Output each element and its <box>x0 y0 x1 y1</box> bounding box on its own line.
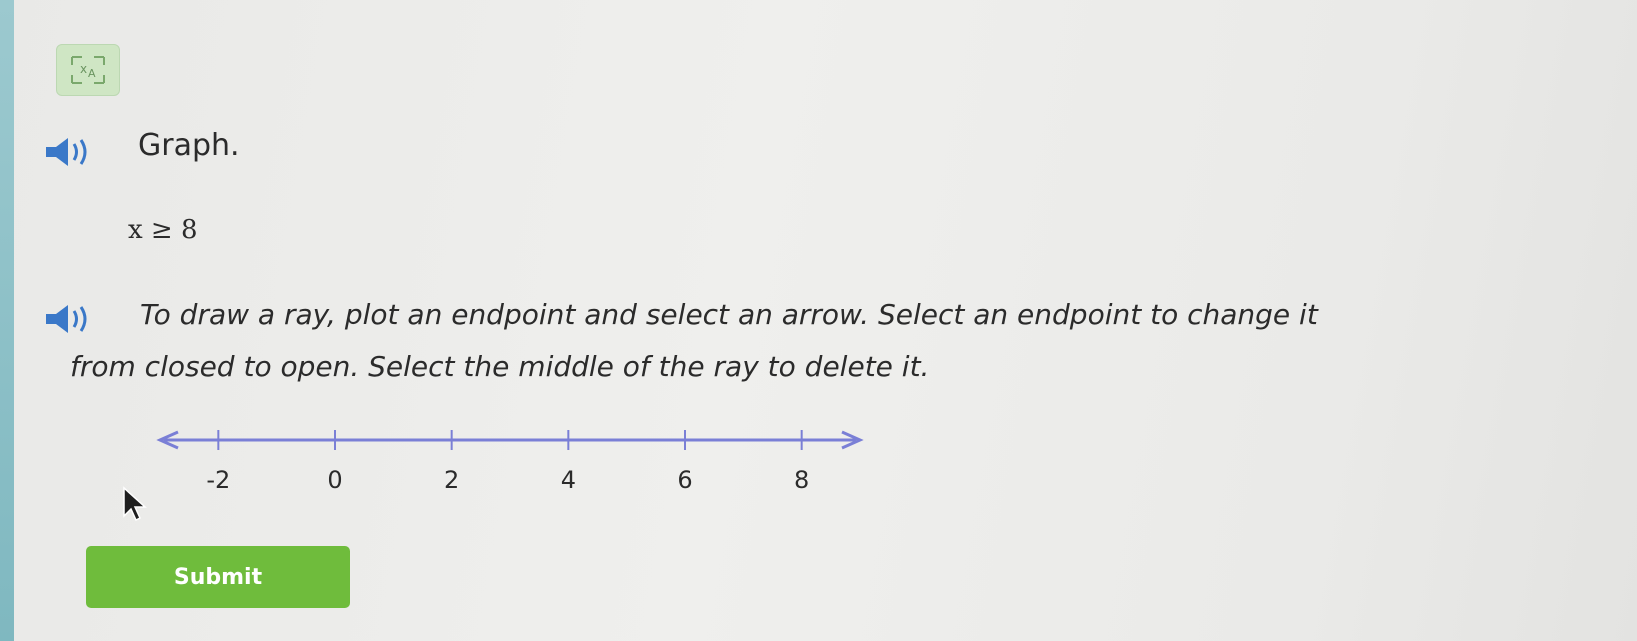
tick-label: 2 <box>444 466 460 494</box>
tick-label: 0 <box>327 466 343 494</box>
translate-button[interactable]: x A <box>56 44 120 96</box>
translate-icon: x A <box>71 56 105 84</box>
speaker-icon[interactable] <box>42 135 94 169</box>
mouse-pointer-icon <box>123 486 147 522</box>
number-line[interactable] <box>150 420 870 460</box>
submit-button[interactable]: Submit <box>86 546 350 608</box>
tick-label: 6 <box>677 466 693 494</box>
window-edge <box>0 0 14 641</box>
svg-text:A: A <box>88 67 96 80</box>
instruction-line-2: from closed to open. Select the middle o… <box>70 350 930 383</box>
speaker-icon[interactable] <box>42 302 94 336</box>
tick-label: -2 <box>206 466 231 494</box>
inequality-expression: x ≥ 8 <box>128 215 198 245</box>
tick-label: 8 <box>794 466 810 494</box>
svg-text:x: x <box>80 62 87 76</box>
tick-label: 4 <box>560 466 576 494</box>
instruction-line-1: To draw a ray, plot an endpoint and sele… <box>140 298 1318 331</box>
question-title: Graph. <box>138 128 240 163</box>
